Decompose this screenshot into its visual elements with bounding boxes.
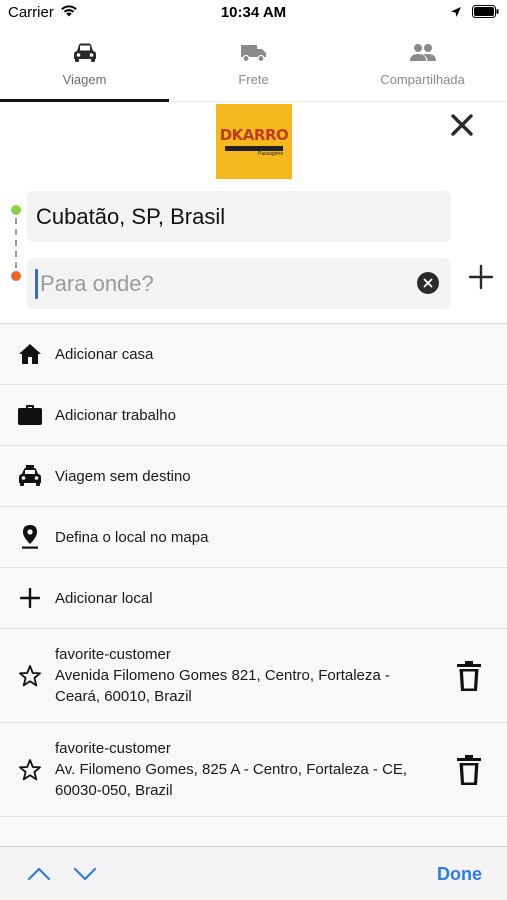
- close-icon: [451, 114, 473, 136]
- battery-icon: [472, 5, 499, 22]
- list-item-label: Defina o local no mapa: [55, 528, 209, 546]
- close-button[interactable]: [444, 107, 480, 143]
- origin-field[interactable]: Cubatão, SP, Brasil: [27, 191, 451, 242]
- favorite-item[interactable]: favorite-customer Av. Filomeno Gomes, 82…: [0, 723, 507, 817]
- places-list: Adicionar casa Adicionar trabalho Viagem…: [0, 324, 507, 845]
- status-time: 10:34 AM: [220, 4, 287, 21]
- tab-compartilhada[interactable]: Compartilhada: [338, 30, 507, 101]
- list-item-label: Adicionar casa: [55, 345, 154, 363]
- home-icon: [16, 340, 44, 368]
- keyboard-accessory-bar: Done: [0, 846, 507, 900]
- taxi-icon: [16, 462, 44, 490]
- tab-viagem[interactable]: Viagem: [0, 30, 169, 102]
- favorite-address: Avenida Filomeno Gomes 821, Centro, Fort…: [55, 667, 390, 705]
- chevron-up-icon: [27, 867, 51, 881]
- list-item-add-work[interactable]: Adicionar trabalho: [0, 385, 507, 446]
- destination-field[interactable]: [27, 258, 451, 309]
- star-icon[interactable]: [16, 662, 44, 690]
- location-arrow-icon: [450, 5, 462, 22]
- destination-dot: [11, 271, 21, 281]
- delete-favorite-button[interactable]: [452, 657, 486, 695]
- destination-input[interactable]: [38, 270, 408, 297]
- list-item-label: Adicionar local: [55, 589, 153, 607]
- trash-icon: [457, 661, 481, 691]
- origin-dot: [11, 205, 21, 215]
- briefcase-icon: [16, 401, 44, 429]
- trip-type-tabs: Viagem Frete Compartilhada: [0, 30, 507, 102]
- list-item-trip-no-destination[interactable]: Viagem sem destino: [0, 446, 507, 507]
- list-item-set-on-map[interactable]: Defina o local no mapa: [0, 507, 507, 568]
- star-icon[interactable]: [16, 756, 44, 784]
- plus-icon: [16, 584, 44, 612]
- brand-logo: DKARRO Passageiro: [216, 104, 292, 179]
- delete-favorite-button[interactable]: [452, 751, 486, 789]
- tab-compartilhada-label: Compartilhada: [380, 72, 465, 87]
- people-icon: [409, 40, 437, 66]
- previous-field-button[interactable]: [25, 862, 53, 886]
- map-pin-icon: [16, 523, 44, 551]
- favorite-item[interactable]: favorite-customer Avenida Filomeno Gomes…: [0, 629, 507, 723]
- tab-frete[interactable]: Frete: [169, 30, 338, 101]
- status-bar: Carrier 10:34 AM: [0, 0, 507, 26]
- favorite-address: Av. Filomeno Gomes, 825 A - Centro, Fort…: [55, 761, 408, 799]
- list-item-add-place[interactable]: Adicionar local: [0, 568, 507, 629]
- done-button[interactable]: Done: [437, 864, 482, 885]
- favorite-name: favorite-customer: [55, 740, 171, 757]
- truck-icon: [240, 40, 268, 66]
- clear-destination-button[interactable]: [417, 272, 439, 294]
- tab-frete-label: Frete: [238, 72, 269, 87]
- list-item-label: Adicionar trabalho: [55, 406, 176, 424]
- trash-icon: [457, 755, 481, 785]
- car-icon: [72, 40, 98, 66]
- tab-viagem-label: Viagem: [62, 72, 107, 87]
- route-connector-line: [15, 218, 17, 268]
- origin-value: Cubatão, SP, Brasil: [36, 203, 226, 229]
- favorite-text: favorite-customer Avenida Filomeno Gomes…: [55, 644, 425, 707]
- add-stop-button[interactable]: [466, 262, 496, 292]
- next-field-button[interactable]: [71, 862, 99, 886]
- logo-text: DKARRO: [219, 126, 289, 144]
- clear-icon: [423, 278, 433, 288]
- logo-subtext: Passageiro: [257, 151, 283, 157]
- chevron-down-icon: [73, 867, 97, 881]
- status-right: [450, 5, 499, 22]
- list-item-label: Viagem sem destino: [55, 467, 191, 485]
- list-item-add-home[interactable]: Adicionar casa: [0, 324, 507, 385]
- favorite-name: favorite-customer: [55, 646, 171, 663]
- favorite-text: favorite-customer Av. Filomeno Gomes, 82…: [55, 738, 425, 801]
- plus-icon: [468, 264, 494, 290]
